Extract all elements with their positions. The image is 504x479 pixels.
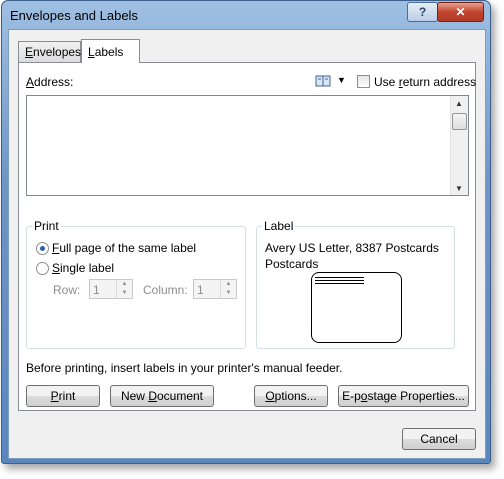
address-label: Address: [26, 75, 74, 89]
new-document-label: New Document [120, 389, 204, 403]
labels-tab-panel: Address: ▼ Use return address ▲ ▼ Print [18, 62, 476, 411]
options-button[interactable]: Options... [254, 385, 328, 407]
preview-line [315, 283, 364, 284]
label-product-type: Postcards [265, 257, 319, 271]
label-group-title: Label [262, 219, 296, 233]
dialog-body: Envelopes Labels Address: ▼ Use return a… [8, 29, 486, 459]
address-scrollbar[interactable]: ▲ ▼ [450, 96, 468, 195]
options-label: Options... [265, 389, 317, 403]
column-spinner[interactable]: 1 ▲ ▼ [193, 279, 237, 299]
use-return-address-label[interactable]: Use return address [374, 75, 476, 89]
epostage-label: E-postage Properties... [342, 389, 465, 403]
row-value: 1 [93, 283, 100, 297]
envelopes-labels-dialog: Envelopes and Labels ? ✕ Envelopes Label… [1, 0, 491, 464]
column-label: Column: [143, 283, 188, 297]
preview-line [315, 277, 364, 278]
column-value: 1 [197, 283, 204, 297]
epostage-properties-button[interactable]: E-postage Properties... [338, 385, 469, 407]
row-down-icon[interactable]: ▼ [116, 289, 132, 298]
single-label-label[interactable]: Single label [52, 261, 114, 275]
tab-envelopes-label: Envelopes [25, 45, 82, 59]
scroll-up-icon[interactable]: ▲ [455, 99, 463, 108]
row-spinner[interactable]: 1 ▲ ▼ [89, 279, 133, 299]
help-button[interactable]: ? [407, 2, 438, 22]
window-title: Envelopes and Labels [10, 8, 138, 23]
tab-envelopes[interactable]: Envelopes [18, 41, 81, 62]
print-button-label: Print [50, 389, 76, 403]
print-group-title: Print [32, 219, 61, 233]
column-up-icon[interactable]: ▲ [220, 280, 236, 289]
label-preview-image [311, 272, 402, 343]
help-icon: ? [418, 5, 427, 19]
scroll-thumb[interactable] [452, 113, 467, 130]
use-return-address-checkbox[interactable] [357, 75, 370, 88]
preview-line [315, 280, 364, 281]
close-icon: ✕ [455, 5, 466, 19]
full-page-label[interactable]: Full page of the same label [52, 241, 196, 255]
row-up-icon[interactable]: ▲ [116, 280, 132, 289]
print-group: Print Full page of the same label Single… [26, 219, 246, 349]
print-button[interactable]: Print [26, 385, 100, 407]
tab-labels[interactable]: Labels [81, 39, 140, 63]
address-textarea[interactable]: ▲ ▼ [26, 95, 469, 196]
label-product-name: Avery US Letter, 8387 Postcards [265, 241, 439, 255]
printer-notice: Before printing, insert labels in your p… [26, 361, 343, 375]
title-bar[interactable]: Envelopes and Labels ? ✕ [2, 1, 490, 29]
label-group[interactable]: Label Avery US Letter, 8387 Postcards Po… [256, 219, 455, 349]
single-label-radio[interactable] [36, 262, 49, 275]
address-book-dropdown-icon[interactable]: ▼ [337, 75, 346, 85]
scroll-down-icon[interactable]: ▼ [455, 184, 463, 193]
address-book-icon[interactable] [315, 75, 331, 87]
cancel-label: Cancel [420, 432, 458, 446]
close-button[interactable]: ✕ [437, 2, 484, 22]
new-document-button[interactable]: New Document [110, 385, 214, 407]
cancel-button[interactable]: Cancel [402, 428, 476, 450]
column-down-icon[interactable]: ▼ [220, 289, 236, 298]
full-page-radio[interactable] [36, 242, 49, 255]
tab-labels-label: Labels [88, 44, 124, 59]
row-label: Row: [53, 283, 81, 297]
